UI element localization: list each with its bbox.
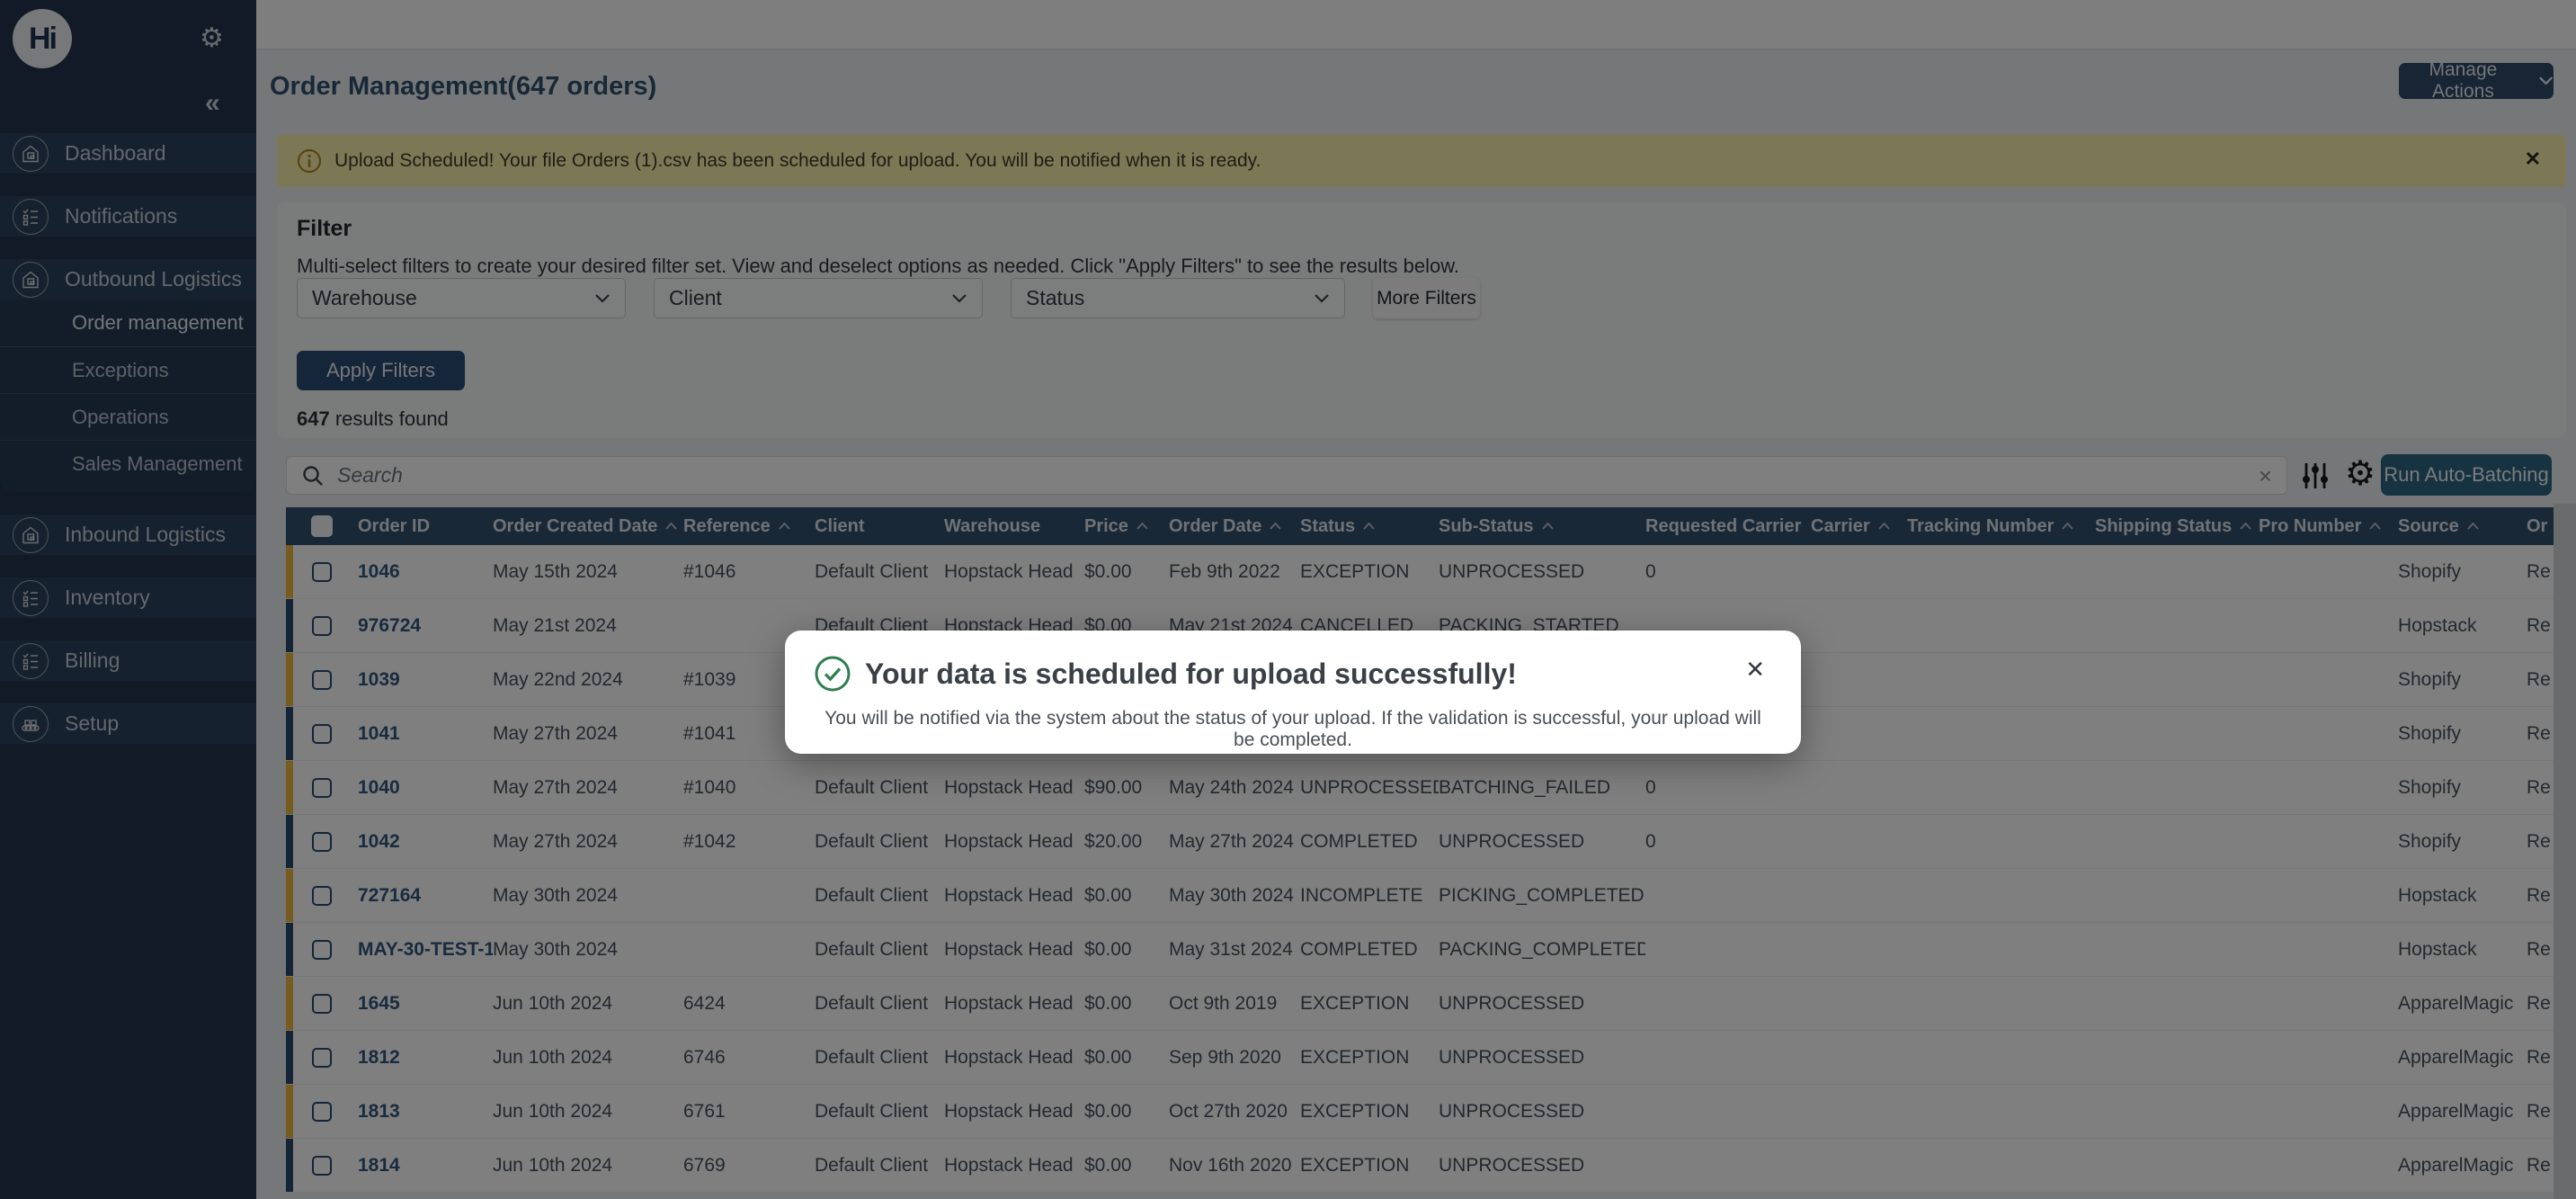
modal-title-row: Your data is scheduled for upload succes… [813, 654, 1517, 693]
success-check-icon [813, 654, 852, 693]
modal-backdrop[interactable] [0, 0, 2576, 1199]
order-management-app: Hi ⚙ « DashboardNotificationsOutbound Lo… [0, 0, 2576, 1199]
modal-close-icon[interactable]: ✕ [1745, 658, 1765, 681]
modal-title: Your data is scheduled for upload succes… [865, 658, 1517, 691]
modal-subtext: You will be notified via the system abou… [785, 708, 1801, 751]
upload-success-modal: Your data is scheduled for upload succes… [785, 631, 1801, 754]
